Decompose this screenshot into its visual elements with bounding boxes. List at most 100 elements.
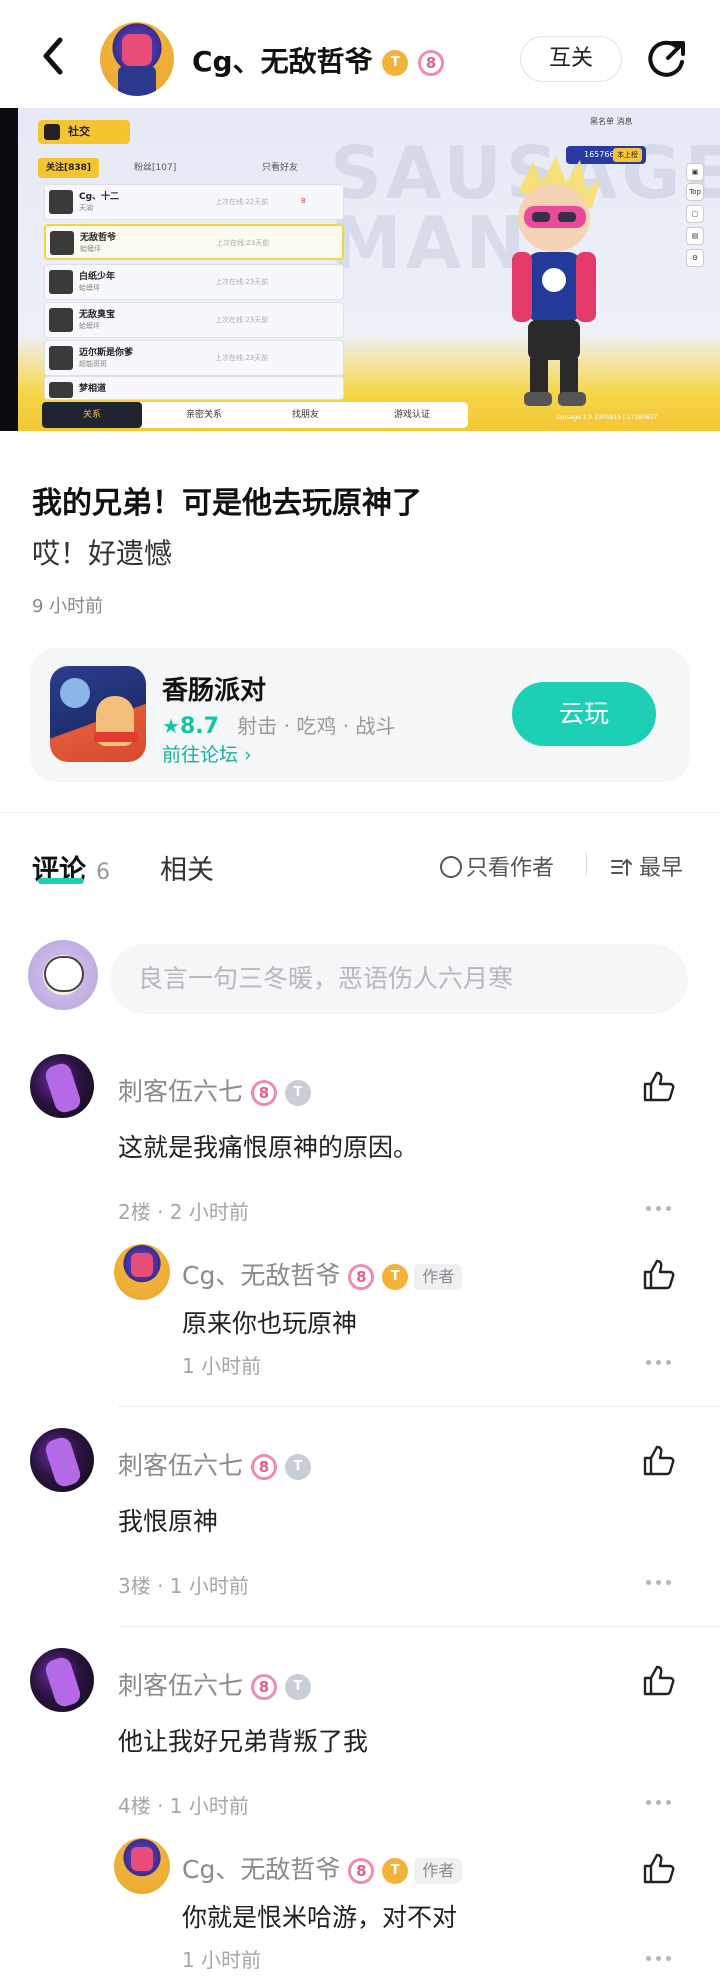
title-badge: T bbox=[284, 1674, 311, 1700]
divider bbox=[586, 852, 587, 876]
level-badge: 8 bbox=[250, 1674, 277, 1700]
game-icon[interactable] bbox=[50, 666, 146, 762]
friend-row: 梦相道 bbox=[44, 376, 344, 400]
author-tag: 作者 bbox=[414, 1264, 463, 1290]
post-time: 9 小时前 bbox=[32, 596, 104, 617]
commenter-name-row[interactable]: 刺客伍六七 8 T bbox=[118, 1666, 311, 1702]
my-avatar bbox=[28, 940, 98, 1010]
back-icon[interactable] bbox=[36, 34, 72, 78]
comment-count: 6 bbox=[96, 860, 110, 885]
more-icon[interactable] bbox=[646, 1358, 672, 1366]
friend-row: 白纸少年 蛤蟆坪 上次在线:23天前 bbox=[44, 264, 344, 300]
replier-avatar[interactable] bbox=[114, 1838, 170, 1894]
sort-earliest-button[interactable]: 最早 bbox=[610, 850, 683, 882]
reply-text: 原来你也玩原神 bbox=[182, 1309, 358, 1338]
like-icon[interactable] bbox=[642, 1444, 676, 1476]
commenter-avatar[interactable] bbox=[30, 1428, 94, 1492]
more-icon[interactable] bbox=[646, 1798, 672, 1806]
social-footer-tabs: 关系 亲密关系 找朋友 游戏认证 bbox=[42, 402, 468, 428]
game-rating-row: ★8.7 射击 · 吃鸡 · 战斗 bbox=[162, 710, 395, 739]
comment-input[interactable]: 良言一句三冬暖，恶语伤人六月寒 bbox=[110, 944, 688, 1014]
post-detail-page: Cg、无敌哲爷 T 8 互关 SAUSAGE MAN 社交 关注[838] 粉丝… bbox=[0, 0, 720, 1986]
friends-only-toggle: 只看好友 bbox=[262, 163, 299, 173]
fans-tab: 粉丝[107] bbox=[134, 163, 177, 173]
following-tab: 关注[838] bbox=[38, 158, 100, 178]
level-badge: 8 bbox=[348, 1264, 375, 1290]
comment-meta: 4楼 · 1 小时前 bbox=[118, 1794, 249, 1818]
gift-icon: ▣ bbox=[686, 163, 704, 181]
replier-avatar[interactable] bbox=[114, 1244, 170, 1300]
divider bbox=[0, 812, 720, 813]
commenter-avatar[interactable] bbox=[30, 1054, 94, 1118]
social-subtabs: 关注[838] 粉丝[107] 只看好友 bbox=[38, 158, 348, 178]
commenter-name-row[interactable]: 刺客伍六七 8 T bbox=[118, 1446, 311, 1482]
friend-row: Cg、十二 天湖 上次在线:22天前 8 bbox=[44, 184, 344, 220]
mutual-follow-button[interactable]: 互关 bbox=[520, 36, 622, 82]
blacklist-messages: 黑名单 消息 bbox=[590, 117, 633, 126]
more-icon[interactable] bbox=[646, 1204, 672, 1212]
comment-text: 他让我好兄弟背叛了我 bbox=[118, 1727, 369, 1756]
game-card[interactable]: 香肠派对 ★8.7 射击 · 吃鸡 · 战斗 前往论坛 › 云玩 bbox=[30, 648, 690, 782]
post-title: 我的兄弟！可是他去玩原神了 bbox=[32, 486, 422, 521]
more-icon[interactable] bbox=[646, 1578, 672, 1586]
active-tab-indicator bbox=[38, 878, 84, 884]
share-icon[interactable] bbox=[646, 38, 688, 80]
social-tab: 社交 bbox=[38, 120, 130, 144]
game-tags: 射击 · 吃鸡 · 战斗 bbox=[237, 714, 396, 738]
level-badge: 8 bbox=[250, 1454, 277, 1480]
author-avatar[interactable] bbox=[100, 22, 174, 96]
card-icon: ▤ bbox=[686, 227, 704, 245]
author-name-row[interactable]: Cg、无敌哲爷 T 8 bbox=[192, 40, 445, 80]
sausage-character bbox=[512, 156, 600, 406]
title-badge: T bbox=[382, 50, 409, 76]
replier-name-row[interactable]: Cg、无敌哲爷 8 T 作者 bbox=[182, 1256, 463, 1292]
like-icon[interactable] bbox=[642, 1664, 676, 1696]
comment-meta: 3楼 · 1 小时前 bbox=[118, 1574, 249, 1598]
cloud-play-button[interactable]: 云玩 bbox=[512, 682, 656, 746]
author-tag: 作者 bbox=[414, 1858, 463, 1884]
comment-text: 我恨原神 bbox=[118, 1507, 219, 1536]
only-author-toggle[interactable]: 只看作者 bbox=[440, 850, 554, 882]
game-name: 香肠派对 bbox=[162, 676, 267, 706]
top-rank-icon: Top bbox=[686, 183, 704, 201]
level-badge: 8 bbox=[348, 1858, 375, 1884]
title-badge: T bbox=[284, 1080, 311, 1106]
reply-meta: 1 小时前 bbox=[182, 1948, 262, 1972]
title-badge: T bbox=[382, 1858, 409, 1884]
friend-row: 迈尔斯是你爹 超能斑斑 上次在线:23天前 bbox=[44, 340, 344, 376]
title-badge: T bbox=[284, 1454, 311, 1480]
level-badge: 8 bbox=[418, 50, 445, 76]
author-name: Cg、无敌哲爷 bbox=[192, 45, 373, 78]
reply-meta: 1 小时前 bbox=[182, 1354, 262, 1378]
game-rating: 8.7 bbox=[179, 714, 219, 739]
post-body: 哎！好遗憾 bbox=[32, 537, 173, 570]
friend-row: 无敌哲爷 蛤蟆坪 上次在线:23天前 bbox=[44, 224, 344, 260]
sort-icon bbox=[611, 858, 632, 876]
go-forum-link[interactable]: 前往论坛 › bbox=[162, 740, 252, 767]
tab-related[interactable]: 相关 bbox=[160, 848, 214, 887]
chevron-right-icon: › bbox=[244, 744, 252, 766]
top-bar: Cg、无敌哲爷 T 8 互关 bbox=[0, 0, 720, 108]
replier-name-row[interactable]: Cg、无敌哲爷 8 T 作者 bbox=[182, 1850, 463, 1886]
settings-icon: ⚙ bbox=[686, 249, 704, 267]
commenter-name-row[interactable]: 刺客伍六七 8 T bbox=[118, 1072, 311, 1108]
star-icon: ★ bbox=[162, 714, 180, 738]
like-icon[interactable] bbox=[642, 1258, 676, 1290]
version-text: sausage 1.0.2305815 | 17163627 bbox=[556, 414, 658, 421]
social-panel: 社交 关注[838] 粉丝[107] 只看好友 Cg、十二 天湖 上次在线:22天前… bbox=[38, 114, 468, 428]
more-icon[interactable] bbox=[646, 1954, 672, 1962]
comment-text: 这就是我痛恨原神的原因。 bbox=[118, 1133, 419, 1162]
divider bbox=[118, 1626, 720, 1627]
like-icon[interactable] bbox=[642, 1852, 676, 1884]
like-icon[interactable] bbox=[642, 1070, 676, 1102]
title-badge: T bbox=[382, 1264, 409, 1290]
post-image[interactable]: SAUSAGE MAN 社交 关注[838] 粉丝[107] 只看好友 Cg、十… bbox=[0, 108, 720, 431]
comment-meta: 2楼 · 2 小时前 bbox=[118, 1200, 249, 1224]
level-badge: 8 bbox=[250, 1080, 277, 1106]
divider bbox=[118, 1406, 720, 1407]
commenter-avatar[interactable] bbox=[30, 1648, 94, 1712]
reply-text: 你就是恨米哈游，对不对 bbox=[182, 1903, 458, 1932]
chat-icon: ▢ bbox=[686, 205, 704, 223]
radio-icon bbox=[440, 856, 462, 878]
friend-row: 无敌臭宝 蛤蟆坪 上次在线:23天前 bbox=[44, 302, 344, 338]
